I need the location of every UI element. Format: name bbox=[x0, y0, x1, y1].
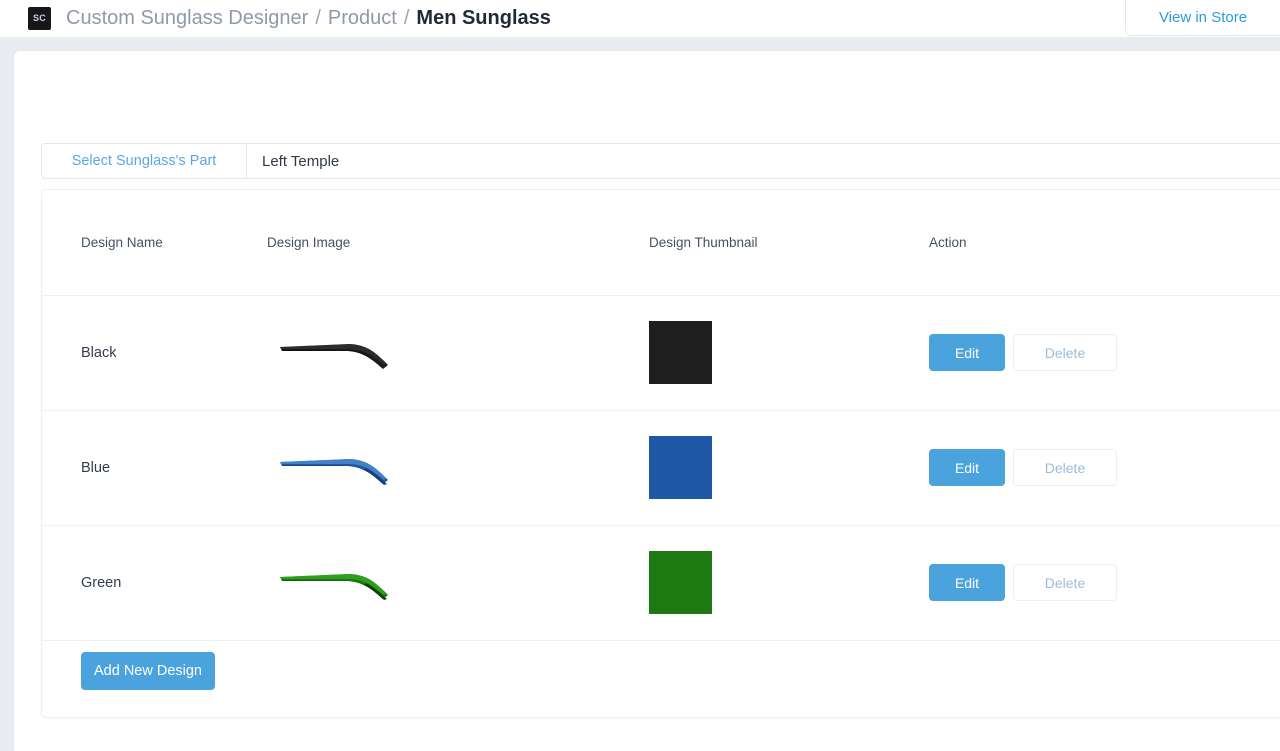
designs-table: Design Name Design Image Design Thumbnai… bbox=[42, 190, 1280, 641]
app-logo-text: SC bbox=[32, 13, 47, 23]
design-name-cell: Green bbox=[42, 525, 267, 641]
thumbnail-swatch bbox=[649, 551, 712, 614]
breadcrumb-current-page: Men Sunglass bbox=[416, 7, 551, 29]
action-cell: Edit Delete bbox=[929, 295, 1280, 411]
part-selector-dropdown[interactable]: Left Temple bbox=[247, 143, 1280, 179]
design-image-cell bbox=[267, 525, 649, 641]
left-temple-image-icon bbox=[276, 446, 394, 490]
design-thumbnail-cell bbox=[649, 410, 929, 526]
design-image-cell bbox=[267, 295, 649, 411]
action-cell: Edit Delete bbox=[929, 410, 1280, 526]
table-row: Black Edit Delete bbox=[42, 295, 1280, 411]
design-name-cell: Black bbox=[42, 295, 267, 411]
delete-button[interactable]: Delete bbox=[1013, 449, 1117, 486]
breadcrumb-item-product[interactable]: Product bbox=[328, 7, 397, 30]
part-selector-group: Select Sunglass's Part Left Temple bbox=[41, 143, 1280, 179]
design-image-cell bbox=[267, 410, 649, 526]
app-logo-icon[interactable]: SC bbox=[28, 7, 51, 30]
design-thumbnail-cell bbox=[649, 295, 929, 411]
view-in-store-button[interactable]: View in Store bbox=[1125, 0, 1280, 36]
column-header-design-thumbnail: Design Thumbnail bbox=[649, 190, 929, 296]
part-selector-value: Left Temple bbox=[262, 152, 340, 170]
add-new-design-button[interactable]: Add New Design bbox=[81, 652, 215, 690]
edit-button[interactable]: Edit bbox=[929, 564, 1005, 601]
page-body: Select Sunglass's Part Left Temple Desig… bbox=[0, 37, 1280, 751]
thumbnail-swatch bbox=[649, 321, 712, 384]
designs-table-body: Black Edit Delete Blue Edit Delete Green… bbox=[42, 295, 1280, 641]
action-cell: Edit Delete bbox=[929, 525, 1280, 641]
edit-button[interactable]: Edit bbox=[929, 449, 1005, 486]
top-header-bar: SC Custom Sunglass Designer / Product / … bbox=[0, 0, 1280, 37]
column-header-design-name: Design Name bbox=[42, 190, 267, 296]
part-selector-label-text: Select Sunglass's Part bbox=[71, 153, 217, 169]
breadcrumb-separator: / bbox=[315, 7, 321, 29]
product-designer-card: Select Sunglass's Part Left Temple Desig… bbox=[14, 51, 1280, 751]
part-selector-label: Select Sunglass's Part bbox=[41, 143, 247, 179]
column-header-action: Action bbox=[929, 190, 1280, 296]
breadcrumb-separator: / bbox=[403, 7, 410, 29]
left-temple-image-icon bbox=[276, 561, 394, 605]
breadcrumb: Custom Sunglass Designer / Product / Men… bbox=[66, 7, 551, 30]
table-header-row: Design Name Design Image Design Thumbnai… bbox=[42, 190, 1280, 296]
design-thumbnail-cell bbox=[649, 525, 929, 641]
view-in-store-label: View in Store bbox=[1158, 9, 1248, 26]
design-name-cell: Blue bbox=[42, 410, 267, 526]
delete-button[interactable]: Delete bbox=[1013, 334, 1117, 371]
table-row: Blue Edit Delete bbox=[42, 410, 1280, 526]
thumbnail-swatch bbox=[649, 436, 712, 499]
breadcrumb-app-name[interactable]: Custom Sunglass Designer bbox=[66, 7, 308, 30]
designs-panel: Design Name Design Image Design Thumbnai… bbox=[41, 189, 1280, 718]
delete-button[interactable]: Delete bbox=[1013, 564, 1117, 601]
designs-table-head: Design Name Design Image Design Thumbnai… bbox=[42, 190, 1280, 296]
column-header-design-image: Design Image bbox=[267, 190, 649, 296]
edit-button[interactable]: Edit bbox=[929, 334, 1005, 371]
table-row: Green Edit Delete bbox=[42, 525, 1280, 641]
left-temple-image-icon bbox=[276, 331, 394, 375]
